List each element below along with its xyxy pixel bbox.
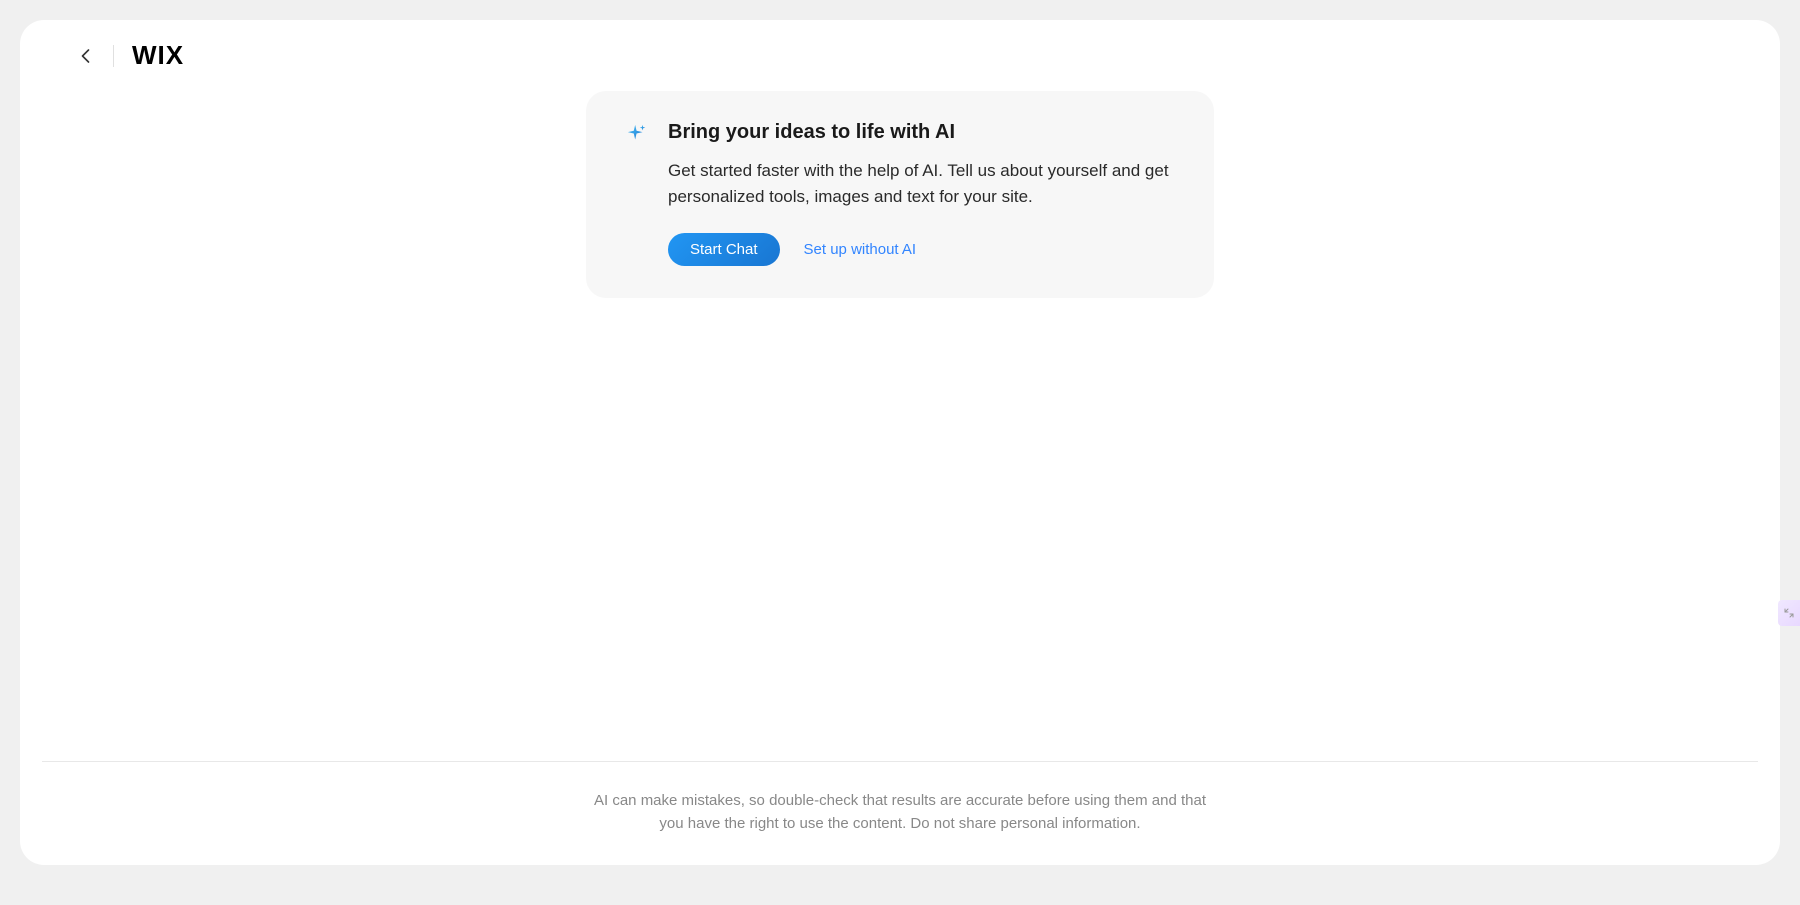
ai-disclaimer: AI can make mistakes, so double-check th… xyxy=(580,790,1220,835)
content-area: Bring your ideas to life with AI Get sta… xyxy=(20,91,1780,761)
collapse-icon xyxy=(1783,607,1795,619)
wix-logo[interactable]: WIX xyxy=(132,40,184,71)
start-chat-button[interactable]: Start Chat xyxy=(668,233,780,266)
setup-without-ai-link[interactable]: Set up without AI xyxy=(804,241,917,258)
back-button[interactable] xyxy=(75,46,95,66)
header-divider xyxy=(113,45,114,67)
header: WIX xyxy=(20,20,1780,91)
chevron-left-icon xyxy=(81,49,90,63)
card-actions: Start Chat Set up without AI xyxy=(668,233,1174,266)
card-title: Bring your ideas to life with AI xyxy=(668,121,1174,144)
footer: AI can make mistakes, so double-check th… xyxy=(42,761,1758,865)
card-description: Get started faster with the help of AI. … xyxy=(668,158,1174,211)
card-content: Bring your ideas to life with AI Get sta… xyxy=(668,121,1174,266)
ai-onboarding-card: Bring your ideas to life with AI Get sta… xyxy=(586,91,1214,298)
collapse-widget[interactable] xyxy=(1778,600,1800,626)
main-container: WIX Bring your ideas to life with AI xyxy=(20,20,1780,865)
sparkle-icon xyxy=(626,123,648,145)
